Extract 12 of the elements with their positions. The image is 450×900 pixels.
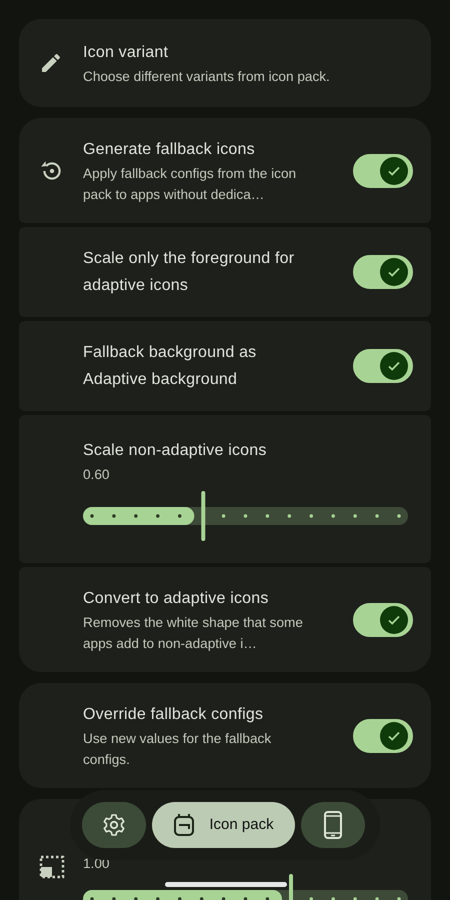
setting-title: Convert to adaptive icons [83, 589, 270, 609]
setting-description: Removes the white shape that some apps add to non-adaptive i… [83, 614, 304, 653]
slider-value: 0.60 [83, 466, 110, 484]
setting-description: Choose different variants from icon pack. [83, 68, 331, 86]
setting-title: Icon variant [83, 43, 170, 63]
setting-title: Scale non-adaptive icons [83, 441, 268, 461]
setting-title: Fallback background as Adaptive background [83, 343, 258, 390]
setting-description: Apply fallback configs from the icon pack to apps without dedica… [83, 165, 298, 204]
setting-description: Use new values for the fallback configs. [83, 730, 272, 769]
setting-title: Scale only the foreground for adaptive icons [83, 249, 296, 296]
setting-title: Override fallback configs [83, 705, 264, 725]
setting-title: Generate fallback icons [83, 140, 256, 160]
